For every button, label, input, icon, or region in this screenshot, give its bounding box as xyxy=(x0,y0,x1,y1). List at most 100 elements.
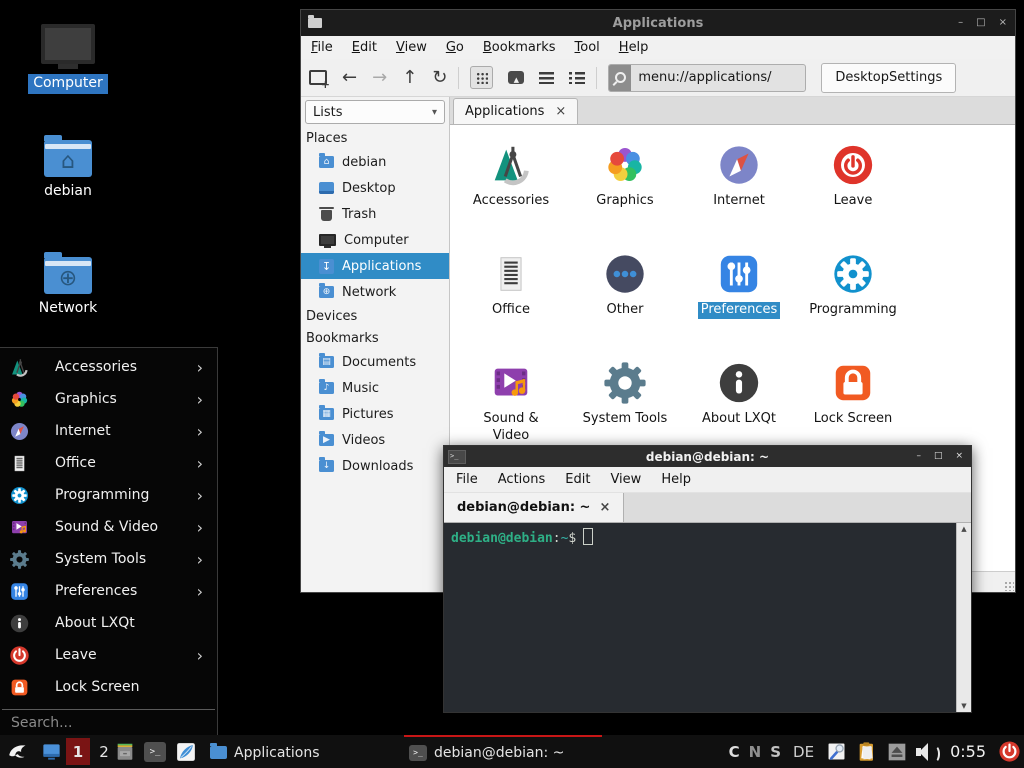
app-item-leave[interactable]: Leave xyxy=(796,142,910,251)
terminal-titlebar[interactable]: >_ debian@debian: ~ – □ × xyxy=(444,446,971,467)
screenshot-tray-icon[interactable] xyxy=(826,741,847,762)
fm-titlebar[interactable]: Applications – □ × xyxy=(301,10,1015,36)
terminal-scrollbar[interactable]: ▲ ▼ xyxy=(956,523,971,712)
fm-menu-edit[interactable]: Edit xyxy=(352,40,377,55)
fm-menu-bookmarks[interactable]: Bookmarks xyxy=(483,40,556,55)
menu-item-leave[interactable]: Leave › xyxy=(0,639,217,671)
desktop-icon xyxy=(319,182,334,194)
sidebar-item-desktop[interactable]: Desktop xyxy=(301,175,449,201)
terminal-output[interactable]: debian@debian:~$ xyxy=(444,523,956,712)
quicklaunch-featherpad[interactable] xyxy=(175,741,197,763)
clipboard-tray-icon[interactable] xyxy=(856,741,878,763)
sidebar-item-computer[interactable]: Computer xyxy=(301,227,449,253)
menu-item-system-tools[interactable]: System Tools › xyxy=(0,543,217,575)
menu-item-preferences[interactable]: Preferences › xyxy=(0,575,217,607)
thumbnail-view-icon[interactable]: ▲ xyxy=(508,71,524,84)
sidebar-item-network[interactable]: ⊕ Network xyxy=(301,279,449,305)
detailed-list-view-icon[interactable] xyxy=(569,72,585,84)
tab-close-icon[interactable]: × xyxy=(555,105,566,118)
compact-view-icon[interactable] xyxy=(539,72,554,84)
kbd-caps-indicator: C xyxy=(729,743,740,761)
app-item-accessories[interactable]: Accessories xyxy=(454,142,568,251)
show-desktop-button[interactable] xyxy=(40,740,63,763)
lists-dropdown[interactable]: Lists ▾ xyxy=(305,100,445,124)
new-tab-icon[interactable] xyxy=(309,70,327,85)
sidebar-item-trash[interactable]: Trash xyxy=(301,201,449,227)
refresh-icon[interactable]: ↻ xyxy=(432,69,447,87)
quicklaunch-file-manager[interactable] xyxy=(114,741,136,763)
start-menu-button[interactable] xyxy=(6,739,32,765)
icon-view-icon[interactable] xyxy=(470,66,493,89)
menu-item-programming[interactable]: Programming › xyxy=(0,479,217,511)
maximize-icon[interactable]: □ xyxy=(976,18,985,28)
minimize-icon[interactable]: – xyxy=(958,18,963,28)
power-button-icon[interactable] xyxy=(998,740,1021,763)
desktop-settings-button[interactable]: DesktopSettings xyxy=(821,63,956,93)
fm-menu-file[interactable]: File xyxy=(311,40,333,55)
maximize-icon[interactable]: □ xyxy=(934,452,943,461)
volume-icon[interactable] xyxy=(916,743,938,761)
app-item-preferences[interactable]: Preferences xyxy=(682,251,796,360)
workspace-2-button[interactable]: 2 xyxy=(92,738,116,765)
terminal-menu-view[interactable]: View xyxy=(610,472,641,487)
close-icon[interactable]: × xyxy=(999,18,1007,28)
sidebar-item-videos[interactable]: ▶ Videos xyxy=(301,427,449,453)
tab-close-icon[interactable]: × xyxy=(599,501,610,514)
sidebar-item-applications[interactable]: ↧ Applications xyxy=(301,253,449,279)
terminal-menu-actions[interactable]: Actions xyxy=(498,472,546,487)
desktop-icon-computer[interactable]: Computer xyxy=(18,24,118,94)
minimize-icon[interactable]: – xyxy=(916,452,921,461)
menu-item-office[interactable]: Office › xyxy=(0,447,217,479)
task-button-terminal[interactable]: >_ debian@debian: ~ xyxy=(404,735,602,768)
fm-menu-view[interactable]: View xyxy=(396,40,427,55)
tab-applications[interactable]: Applications × xyxy=(453,98,578,124)
keyboard-layout-indicator[interactable]: DE xyxy=(793,743,814,761)
resize-grip[interactable] xyxy=(1004,581,1014,591)
trash-icon xyxy=(321,210,332,221)
removable-media-eject-icon[interactable] xyxy=(887,742,907,762)
app-item-programming[interactable]: Programming xyxy=(796,251,910,360)
menu-item-lock-screen[interactable]: Lock Screen xyxy=(0,671,217,703)
desktop-icon-home-folder[interactable]: ⌂ debian xyxy=(18,140,118,202)
forward-icon[interactable]: → xyxy=(372,69,387,87)
terminal-menu-file[interactable]: File xyxy=(456,472,478,487)
scroll-up-icon[interactable]: ▲ xyxy=(961,525,966,533)
address-bar[interactable]: menu://applications/ xyxy=(608,64,806,92)
terminal-menu-edit[interactable]: Edit xyxy=(565,472,590,487)
app-item-internet[interactable]: Internet xyxy=(682,142,796,251)
task-button-applications[interactable]: Applications xyxy=(205,735,325,768)
workspace-1-button[interactable]: 1 xyxy=(66,738,90,765)
terminal-tab[interactable]: debian@debian: ~ × xyxy=(444,493,624,522)
sidebar-item-documents[interactable]: ▤ Documents xyxy=(301,349,449,375)
fm-menu-tool[interactable]: Tool xyxy=(575,40,600,55)
desktop-icon-label: debian xyxy=(39,182,97,202)
graphics-icon xyxy=(9,389,30,410)
menu-item-accessories[interactable]: Accessories › xyxy=(0,351,217,383)
app-item-other[interactable]: Other xyxy=(568,251,682,360)
fm-menu-go[interactable]: Go xyxy=(446,40,464,55)
fm-menu-help[interactable]: Help xyxy=(619,40,649,55)
search-input[interactable] xyxy=(9,714,208,732)
back-icon[interactable]: ← xyxy=(342,69,357,87)
music-folder-icon: ♪ xyxy=(319,382,334,394)
address-text[interactable]: menu://applications/ xyxy=(631,70,771,85)
menu-item-graphics[interactable]: Graphics › xyxy=(0,383,217,415)
app-item-office[interactable]: Office xyxy=(454,251,568,360)
close-icon[interactable]: × xyxy=(955,452,963,461)
scroll-down-icon[interactable]: ▼ xyxy=(961,702,966,710)
system-tools-icon xyxy=(602,360,648,406)
desktop-icon-network[interactable]: ⊕ Network xyxy=(18,257,118,319)
quicklaunch-terminal[interactable]: >_ xyxy=(144,742,166,762)
sidebar-item-downloads[interactable]: ↓ Downloads xyxy=(301,453,449,479)
up-icon[interactable]: ↑ xyxy=(402,69,417,87)
terminal-menu-help[interactable]: Help xyxy=(661,472,691,487)
menu-item-about-lxqt[interactable]: About LXQt xyxy=(0,607,217,639)
clock[interactable]: 0:55 xyxy=(950,742,986,761)
sidebar-item-pictures[interactable]: ▦ Pictures xyxy=(301,401,449,427)
app-item-graphics[interactable]: Graphics xyxy=(568,142,682,251)
menu-item-internet[interactable]: Internet › xyxy=(0,415,217,447)
menu-item-sound-video[interactable]: Sound & Video › xyxy=(0,511,217,543)
sidebar-item-debian[interactable]: ⌂ debian xyxy=(301,149,449,175)
sidebar-item-music[interactable]: ♪ Music xyxy=(301,375,449,401)
prompt-user: debian@debian xyxy=(451,531,553,546)
